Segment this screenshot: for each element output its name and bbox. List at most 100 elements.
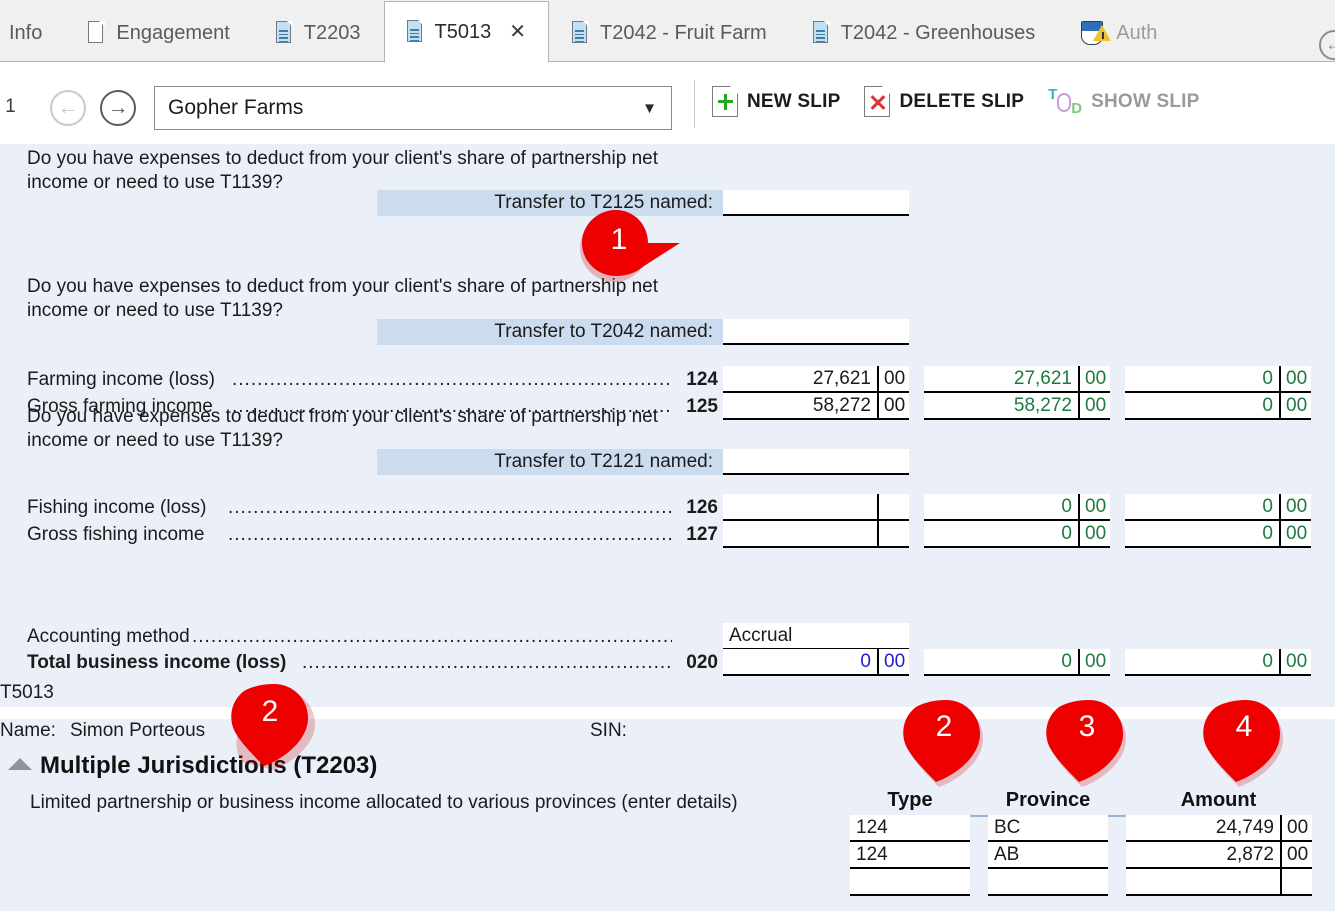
transfer-label-t2121: Transfer to T2121 named:	[377, 449, 723, 475]
jurisdiction-province-row-1[interactable]: BC	[988, 815, 1108, 842]
new-slip-label: NEW SLIP	[747, 90, 841, 112]
value: 24,749	[1215, 816, 1274, 838]
tab-authorization[interactable]: Auth	[1058, 4, 1162, 62]
panel-separator	[0, 707, 1335, 719]
delete-slip-label: DELETE SLIP	[899, 90, 1025, 112]
dots-text: ........................................…	[228, 524, 672, 545]
tab-label: Auth	[1116, 21, 1158, 44]
callout-marker-1: 1	[570, 206, 690, 282]
tab-t5013[interactable]: T5013 ✕	[383, 1, 549, 63]
jurisdiction-type-row-2[interactable]: 124	[850, 842, 970, 869]
leader-dots: ........................................…	[232, 369, 672, 391]
field-125-col1[interactable]: 58,272 00	[723, 393, 909, 420]
field-124-col2[interactable]: 27,621 00	[924, 366, 1110, 393]
callout-marker-2-type: 2	[900, 700, 990, 787]
value: 58,272	[1013, 394, 1072, 416]
column-header-province: Province	[988, 789, 1108, 812]
jurisdiction-amount-row-1[interactable]: 24,749 00	[1126, 815, 1312, 842]
application-window: Info Engagement T2203 T5013 ✕ T2042 - Fr…	[0, 0, 1335, 911]
question-label: Do you have expenses to deduct from your…	[27, 276, 658, 321]
authorization-warning-icon	[1081, 20, 1112, 46]
show-slip-button[interactable]: T D SHOW SLIP	[1048, 86, 1199, 117]
jurisdiction-province-row-3[interactable]	[988, 869, 1108, 896]
jurisdiction-type-row-3[interactable]	[850, 869, 970, 896]
field-124-col3[interactable]: 0 00	[1125, 366, 1311, 393]
field-124-col1[interactable]: 27,621 00	[723, 366, 909, 393]
tab-label: T2042 - Greenhouses	[840, 21, 1036, 44]
previous-slip-button[interactable]: ←	[50, 90, 86, 126]
field-126-col2[interactable]: 0 00	[924, 494, 1110, 521]
show-slip-icon: T D	[1048, 86, 1082, 117]
field-127-col1[interactable]	[723, 521, 909, 548]
field-127-col2[interactable]: 0 00	[924, 521, 1110, 548]
cents: 00	[1280, 842, 1312, 867]
slip-navigation: ← →	[50, 90, 136, 126]
delete-slip-button[interactable]: DELETE SLIP	[864, 86, 1024, 117]
jurisdiction-amount-row-3[interactable]	[1126, 869, 1312, 896]
field-127-col3[interactable]: 0 00	[1125, 521, 1311, 548]
row-label-total-business-income: Total business income (loss)	[27, 652, 286, 674]
code-text: 126	[686, 497, 718, 518]
column-header-amount: Amount	[1126, 789, 1311, 812]
code-text: 020	[686, 652, 718, 673]
section-title: Multiple Jurisdictions (T2203)	[40, 752, 378, 779]
tab-t2042-fruit-farm[interactable]: T2042 - Fruit Farm	[549, 4, 790, 62]
transfer-field-t2121[interactable]	[723, 449, 909, 475]
field-accounting-method[interactable]: Accrual	[723, 623, 909, 650]
value: 0	[1262, 495, 1273, 517]
row-label-gross-fishing-income: Gross fishing income	[27, 524, 204, 546]
section-header-multiple-jurisdictions[interactable]: Multiple Jurisdictions (T2203)	[8, 752, 377, 780]
leader-dots: ........................................…	[228, 524, 672, 546]
field-020-col3[interactable]: 0 00	[1125, 649, 1311, 676]
tab-list: Info Engagement T2203 T5013 ✕ T2042 - Fr…	[0, 0, 1162, 63]
field-126-col1[interactable]	[723, 494, 909, 521]
header-text: Amount	[1180, 789, 1257, 811]
leader-dots: ........................................…	[302, 652, 672, 674]
jurisdiction-province-row-2[interactable]: AB	[988, 842, 1108, 869]
box-code-020: 020	[660, 652, 718, 674]
value: 0	[1262, 522, 1273, 544]
label-text: Total business income (loss)	[27, 652, 287, 673]
tab-t2203[interactable]: T2203	[253, 4, 384, 62]
chevron-up-icon[interactable]	[8, 758, 32, 770]
transfer-label-t2042: Transfer to T2042 named:	[377, 319, 723, 345]
chevron-down-icon: ▼	[642, 99, 657, 117]
tab-engagement[interactable]: Engagement	[65, 4, 252, 62]
transfer-field-t2125[interactable]	[723, 190, 909, 216]
field-125-col3[interactable]: 0 00	[1125, 393, 1311, 420]
cents	[877, 494, 909, 519]
field-020-col2[interactable]: 0 00	[924, 649, 1110, 676]
callout-number: 4	[1235, 710, 1253, 743]
field-125-col2[interactable]: 58,272 00	[924, 393, 1110, 420]
field-126-col3[interactable]: 0 00	[1125, 494, 1311, 521]
value: 27,621	[1013, 367, 1072, 389]
show-slip-t-glyph: T	[1048, 86, 1058, 103]
jurisdiction-type-row-1[interactable]: 124	[850, 815, 970, 842]
tab-overflow-back-button[interactable]: ←	[1319, 30, 1335, 60]
new-slip-button[interactable]: NEW SLIP	[712, 86, 840, 117]
slip-selector-dropdown[interactable]: Gopher Farms ▼	[154, 86, 672, 130]
document-blank-icon	[88, 21, 107, 45]
tab-label: T2042 - Fruit Farm	[599, 21, 767, 44]
next-slip-button[interactable]: →	[100, 90, 136, 126]
name-value-text: Simon Porteous	[70, 720, 206, 741]
callout-marker-3-province: 3	[1043, 700, 1133, 787]
question-label: Do you have expenses to deduct from your…	[27, 148, 658, 193]
jurisdiction-amount-row-2[interactable]: 2,872 00	[1126, 842, 1312, 869]
value: 0	[1262, 367, 1273, 389]
label-text: Fishing income (loss)	[27, 497, 207, 518]
tab-info[interactable]: Info	[0, 4, 65, 62]
tab-t2042-greenhouses[interactable]: T2042 - Greenhouses	[790, 4, 1059, 62]
cents: 00	[1078, 366, 1110, 391]
transfer-label-text: Transfer to T2042 named:	[494, 321, 713, 342]
value: 0	[1262, 650, 1273, 672]
value: Accrual	[729, 624, 793, 646]
question-label: Do you have expenses to deduct from your…	[27, 406, 658, 451]
box-code-124: 124	[660, 369, 718, 391]
field-020-col1[interactable]: 0 00	[723, 649, 909, 676]
close-icon[interactable]: ✕	[509, 22, 526, 42]
transfer-field-t2042[interactable]	[723, 319, 909, 345]
cents: 00	[877, 393, 909, 418]
cents: 00	[877, 649, 909, 674]
value: 2,872	[1226, 843, 1274, 865]
